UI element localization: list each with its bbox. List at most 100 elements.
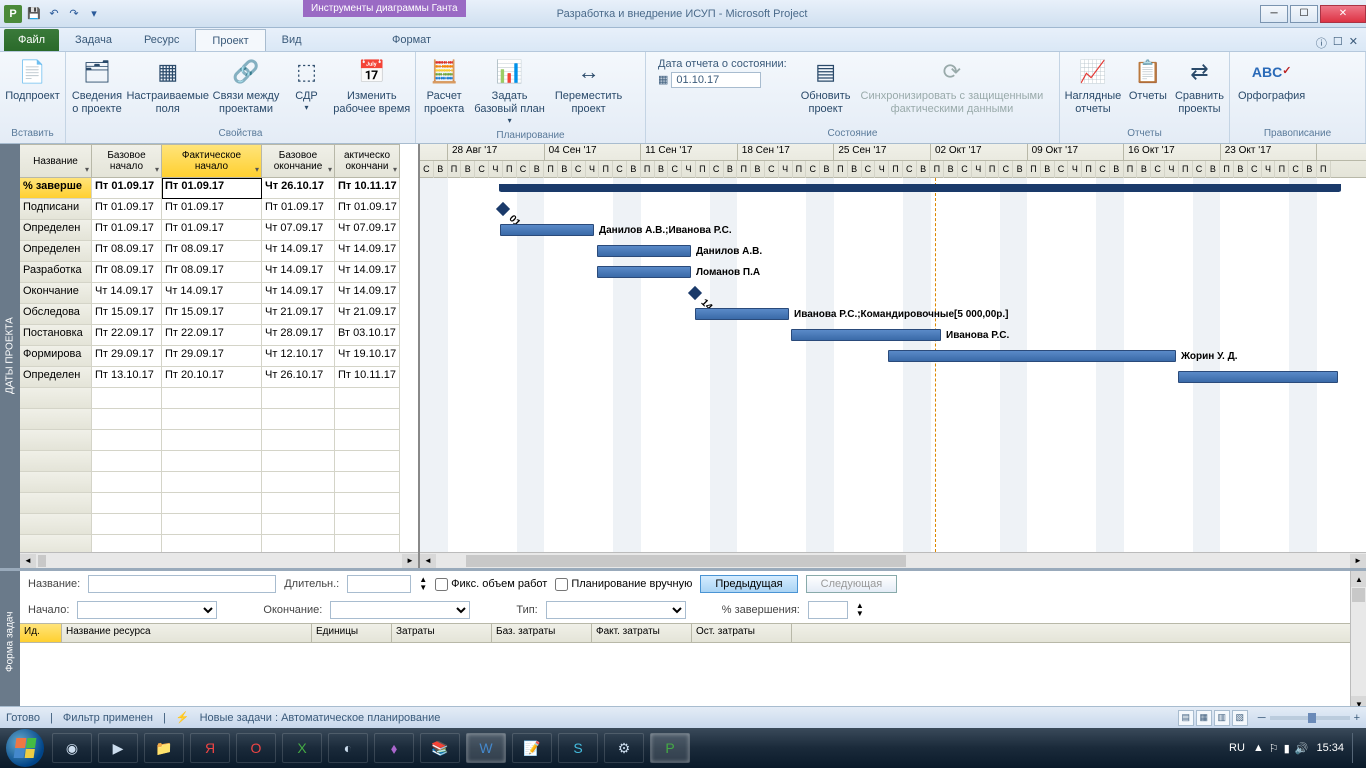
qat-dropdown-icon[interactable]: ▾ [86, 6, 102, 22]
grid-row[interactable] [20, 493, 418, 514]
gantt-hscroll[interactable]: ◄ ► [420, 552, 1366, 568]
grid-cell[interactable]: Пт 22.09.17 [162, 325, 262, 346]
gantt-bar[interactable]: 01.09 [496, 202, 510, 216]
grid-cell[interactable] [162, 514, 262, 535]
grid-cell[interactable]: Пт 01.09.17 [92, 178, 162, 199]
grid-cell[interactable] [335, 514, 400, 535]
grid-cell[interactable] [262, 472, 335, 493]
grid-cell[interactable] [20, 514, 92, 535]
grid-cell[interactable]: Чт 14.09.17 [335, 262, 400, 283]
side-label-form[interactable]: Форма задач [0, 571, 20, 712]
grid-cell[interactable]: Пт 29.09.17 [162, 346, 262, 367]
grid-cell[interactable] [335, 388, 400, 409]
form-th-cell[interactable]: Ид. [20, 624, 62, 642]
grid-cell[interactable] [92, 451, 162, 472]
grid-cell[interactable] [162, 430, 262, 451]
grid-cell[interactable]: Определен [20, 241, 92, 262]
project-info-button[interactable]: 🗂Сведения о проекте [70, 54, 124, 118]
gantt-bar[interactable] [500, 184, 1340, 192]
form-th-cell[interactable]: Ост. затраты [692, 624, 792, 642]
save-icon[interactable]: 💾 [26, 6, 42, 22]
grid-cell[interactable]: Чт 07.09.17 [262, 220, 335, 241]
form-end-select[interactable] [330, 601, 470, 619]
grid-cell[interactable]: % заверше [20, 178, 92, 199]
form-table-body[interactable] [20, 643, 1350, 712]
grid-row[interactable] [20, 409, 418, 430]
view-gantt-icon[interactable]: ▤ [1178, 710, 1194, 726]
gantt-bar[interactable]: Жорин У. Д. [888, 350, 1176, 362]
grid-cell[interactable]: Пт 15.09.17 [162, 304, 262, 325]
grid-header-cell[interactable]: Базовоеокончание▾ [262, 144, 335, 178]
grid-cell[interactable]: Подписани [20, 199, 92, 220]
grid-cell[interactable]: Пт 01.09.17 [162, 199, 262, 220]
tab-format[interactable]: Формат [376, 29, 447, 51]
grid-row[interactable] [20, 535, 418, 552]
show-desktop[interactable] [1352, 733, 1360, 763]
view-usage-icon[interactable]: ▦ [1196, 710, 1212, 726]
form-th-cell[interactable]: Единицы [312, 624, 392, 642]
grid-cell[interactable] [20, 409, 92, 430]
grid-cell[interactable]: Постановка [20, 325, 92, 346]
taskbar-app-2[interactable]: ▶ [98, 733, 138, 763]
grid-cell[interactable] [20, 535, 92, 552]
grid-cell[interactable]: Чт 12.10.17 [262, 346, 335, 367]
form-scroll-up-icon[interactable]: ▲ [1351, 571, 1366, 587]
form-th-cell[interactable]: Затраты [392, 624, 492, 642]
grid-cell[interactable] [92, 535, 162, 552]
grid-header-cell[interactable]: Фактическоеначало▾ [162, 144, 262, 178]
form-duration-input[interactable] [347, 575, 411, 593]
grid-row[interactable]: ФормироваПт 29.09.17Пт 29.09.17Чт 12.10.… [20, 346, 418, 367]
zoom-in-icon[interactable]: + [1354, 712, 1360, 724]
taskbar-skype[interactable]: S [558, 733, 598, 763]
grid-cell[interactable]: Пт 29.09.17 [92, 346, 162, 367]
update-project-button[interactable]: ▤Обновить проект [797, 54, 855, 118]
grid-cell[interactable]: Чт 14.09.17 [335, 283, 400, 304]
grid-cell[interactable]: Чт 21.09.17 [335, 304, 400, 325]
grid-cell[interactable] [162, 535, 262, 552]
grid-row[interactable]: % завершеПт 01.09.17Пт 01.09.17Чт 26.10.… [20, 178, 418, 199]
grid-cell[interactable]: Пт 01.09.17 [335, 199, 400, 220]
grid-cell[interactable]: Формирова [20, 346, 92, 367]
grid-cell[interactable]: Вт 03.10.17 [335, 325, 400, 346]
grid-cell[interactable]: Пт 08.09.17 [162, 241, 262, 262]
grid-cell[interactable] [335, 472, 400, 493]
pct-spinner-icon[interactable]: ▲▼ [856, 602, 864, 618]
scroll-left-icon[interactable]: ◄ [20, 554, 36, 568]
tray-clock[interactable]: 15:34 [1316, 742, 1344, 754]
side-label-dates[interactable]: ДАТЫ ПРОЕКТА [0, 144, 20, 568]
grid-cell[interactable]: Пт 08.09.17 [162, 262, 262, 283]
baseline-button[interactable]: 📊Задать базовый план▾ [470, 54, 549, 128]
taskbar-app-8[interactable]: ⬧ [374, 733, 414, 763]
taskbar-opera[interactable]: O [236, 733, 276, 763]
tab-resource[interactable]: Ресурс [128, 29, 195, 51]
custom-fields-button[interactable]: ▦Настраиваемые поля [126, 54, 210, 118]
grid-row[interactable]: ОбследоваПт 15.09.17Пт 15.09.17Чт 21.09.… [20, 304, 418, 325]
compare-button[interactable]: ⇄Сравнить проекты [1174, 54, 1225, 118]
move-button[interactable]: ↔Переместить проект [551, 54, 626, 118]
tray-lang[interactable]: RU [1229, 742, 1245, 754]
app-logo-icon[interactable]: P [4, 5, 22, 23]
taskbar-app-1[interactable]: ◉ [52, 733, 92, 763]
gantt-bar[interactable] [1178, 371, 1338, 383]
gantt-timescale[interactable]: 28 Авг '1704 Сен '1711 Сен '1718 Сен '17… [420, 144, 1366, 178]
form-pct-input[interactable] [808, 601, 848, 619]
grid-cell[interactable] [20, 388, 92, 409]
spelling-button[interactable]: ABC✓Орфография [1234, 54, 1309, 105]
grid-cell[interactable] [20, 493, 92, 514]
minimize-button[interactable]: ─ [1260, 5, 1288, 23]
grid-cell[interactable]: Пт 08.09.17 [92, 241, 162, 262]
gantt-scroll-left-icon[interactable]: ◄ [420, 554, 436, 568]
grid-cell[interactable]: Чт 26.10.17 [262, 178, 335, 199]
tray-up-icon[interactable]: ▲ [1253, 742, 1264, 755]
grid-row[interactable]: ПодписаниПт 01.09.17Пт 01.09.17Пт 01.09.… [20, 199, 418, 220]
grid-cell[interactable] [262, 514, 335, 535]
grid-cell[interactable]: Чт 14.09.17 [92, 283, 162, 304]
grid-cell[interactable] [162, 493, 262, 514]
grid-row[interactable]: ОпределенПт 08.09.17Пт 08.09.17Чт 14.09.… [20, 241, 418, 262]
grid-cell[interactable]: Определен [20, 220, 92, 241]
grid-cell[interactable]: Чт 07.09.17 [335, 220, 400, 241]
grid-row[interactable] [20, 388, 418, 409]
grid-cell[interactable]: Пт 15.09.17 [92, 304, 162, 325]
maximize-button[interactable]: ☐ [1290, 5, 1318, 23]
taskbar-chrome[interactable]: ◐ [328, 733, 368, 763]
